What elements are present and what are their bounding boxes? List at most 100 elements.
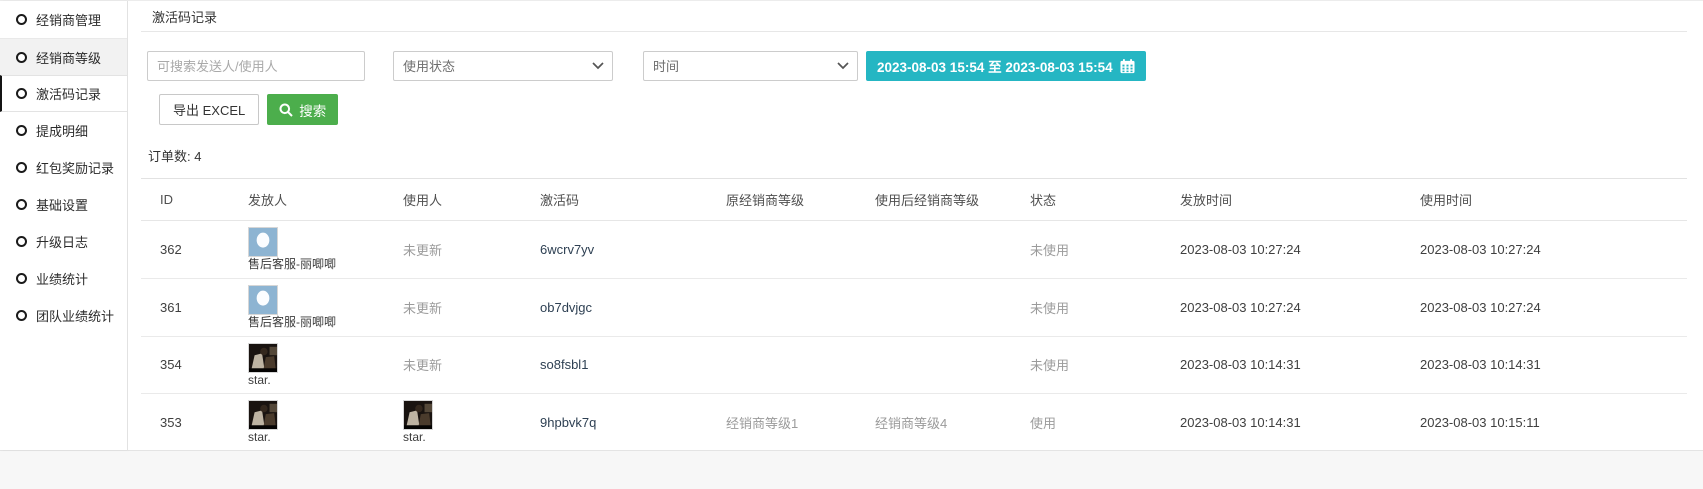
cell-use-time: 2023-08-03 10:27:24 xyxy=(1412,278,1687,336)
export-excel-button[interactable]: 导出 EXCEL xyxy=(159,94,259,125)
time-select-wrap: 时间 xyxy=(643,51,858,81)
cell-code: 9hpbvk7q xyxy=(532,394,718,450)
sidebar-item-team-performance-stats[interactable]: 团队业绩统计 xyxy=(0,297,127,334)
cell-status: 未使用 xyxy=(1022,221,1172,279)
col-header-new-level: 使用后经销商等级 xyxy=(867,179,1022,221)
col-header-sender: 发放人 xyxy=(240,179,395,221)
cell-status: 使用 xyxy=(1022,394,1172,450)
radio-circle-icon xyxy=(16,125,27,136)
col-header-user: 使用人 xyxy=(395,179,532,221)
sidebar-item-dealer-level[interactable]: 经销商等级 xyxy=(0,38,127,75)
radio-circle-icon xyxy=(16,310,27,321)
cell-user: star. xyxy=(395,394,532,450)
sender-avatar xyxy=(248,285,278,315)
radio-circle-icon xyxy=(16,52,27,63)
sidebar-item-redpacket-rewards[interactable]: 红包奖励记录 xyxy=(0,149,127,186)
search-button-label: 搜索 xyxy=(299,100,326,120)
sidebar-item-upgrade-log[interactable]: 升级日志 xyxy=(0,223,127,260)
filter-bar: 使用状态 时间 2023-08-03 15:54 至 2023-08-03 15… xyxy=(147,51,1687,81)
sender-avatar xyxy=(248,343,278,373)
col-header-id: ID xyxy=(141,179,240,221)
sidebar-item-dealer-management[interactable]: 经销商管理 xyxy=(0,1,127,38)
cell-status: 未使用 xyxy=(1022,278,1172,336)
page-title: 激活码记录 xyxy=(152,7,217,26)
col-header-use-time: 使用时间 xyxy=(1412,179,1687,221)
radio-circle-icon xyxy=(16,273,27,284)
table-header-row: ID 发放人 使用人 激活码 原经销商等级 使用后经销商等级 状态 发放时间 使… xyxy=(141,179,1687,221)
user-name: star. xyxy=(403,431,426,445)
sender-name: 售后客服-丽唧唧 xyxy=(248,258,336,272)
search-icon xyxy=(279,103,293,117)
calendar-icon xyxy=(1120,59,1135,74)
radio-circle-icon xyxy=(16,199,27,210)
cell-id: 353 xyxy=(141,394,240,450)
cell-old-level xyxy=(718,278,867,336)
usage-status-select[interactable]: 使用状态 xyxy=(393,51,613,81)
sidebar-item-label: 业绩统计 xyxy=(36,269,88,288)
sidebar-item-label: 激活码记录 xyxy=(36,84,101,103)
sidebar-item-activation-code-records[interactable]: 激活码记录 xyxy=(0,75,127,112)
radio-circle-icon xyxy=(16,236,27,247)
table-row: 361 售后客服-丽唧唧 未更新 ob7dvjgc 未使用 2023-08-03… xyxy=(141,278,1687,336)
cell-new-level: 经销商等级4 xyxy=(867,394,1022,450)
sidebar-item-label: 团队业绩统计 xyxy=(36,306,114,325)
sidebar-item-commission-details[interactable]: 提成明细 xyxy=(0,112,127,149)
search-button[interactable]: 搜索 xyxy=(267,94,338,125)
cell-send-time: 2023-08-03 10:14:31 xyxy=(1172,336,1412,394)
radio-circle-icon xyxy=(16,14,27,25)
order-count: 订单数: 4 xyxy=(148,146,1687,165)
status-select-wrap: 使用状态 xyxy=(393,51,613,81)
cell-status: 未使用 xyxy=(1022,336,1172,394)
search-input[interactable] xyxy=(147,51,365,81)
activation-code-table: ID 发放人 使用人 激活码 原经销商等级 使用后经销商等级 状态 发放时间 使… xyxy=(141,178,1687,450)
table-row: 353 star. star. 9hpbvk7q 经 xyxy=(141,394,1687,450)
cell-user: 未更新 xyxy=(395,278,532,336)
page-header: 激活码记录 xyxy=(141,1,1687,32)
cell-code: 6wcrv7yv xyxy=(532,221,718,279)
sidebar-item-basic-settings[interactable]: 基础设置 xyxy=(0,186,127,223)
cell-old-level: 经销商等级1 xyxy=(718,394,867,450)
sidebar-item-label: 基础设置 xyxy=(36,195,88,214)
cell-sender: star. xyxy=(240,336,395,394)
sidebar-item-label: 红包奖励记录 xyxy=(36,158,114,177)
cell-sender: 售后客服-丽唧唧 xyxy=(240,278,395,336)
col-header-old-level: 原经销商等级 xyxy=(718,179,867,221)
cell-sender: 售后客服-丽唧唧 xyxy=(240,221,395,279)
cell-id: 354 xyxy=(141,336,240,394)
action-bar: 导出 EXCEL 搜索 xyxy=(159,94,1687,125)
cell-new-level xyxy=(867,221,1022,279)
time-select[interactable]: 时间 xyxy=(643,51,858,81)
cell-id: 361 xyxy=(141,278,240,336)
cell-code: so8fsbl1 xyxy=(532,336,718,394)
sender-name: star. xyxy=(248,374,271,388)
radio-circle-icon xyxy=(16,162,27,173)
sidebar: 经销商管理 经销商等级 激活码记录 提成明细 红包奖励记录 基础设置 升级日志 xyxy=(0,1,128,450)
sender-name: 售后客服-丽唧唧 xyxy=(248,316,336,330)
cell-old-level xyxy=(718,336,867,394)
cell-use-time: 2023-08-03 10:15:11 xyxy=(1412,394,1687,450)
cell-user: 未更新 xyxy=(395,336,532,394)
cell-send-time: 2023-08-03 10:27:24 xyxy=(1172,221,1412,279)
sidebar-item-label: 经销商等级 xyxy=(36,48,101,67)
date-range-button[interactable]: 2023-08-03 15:54 至 2023-08-03 15:54 xyxy=(866,51,1146,81)
cell-old-level xyxy=(718,221,867,279)
date-range-label: 2023-08-03 15:54 至 2023-08-03 15:54 xyxy=(877,56,1113,76)
sidebar-item-performance-stats[interactable]: 业绩统计 xyxy=(0,260,127,297)
cell-code: ob7dvjgc xyxy=(532,278,718,336)
cell-new-level xyxy=(867,336,1022,394)
cell-new-level xyxy=(867,278,1022,336)
app-window: 经销商管理 经销商等级 激活码记录 提成明细 红包奖励记录 基础设置 升级日志 xyxy=(0,0,1703,451)
col-header-send-time: 发放时间 xyxy=(1172,179,1412,221)
col-header-code: 激活码 xyxy=(532,179,718,221)
sender-name: star. xyxy=(248,431,271,445)
cell-use-time: 2023-08-03 10:27:24 xyxy=(1412,221,1687,279)
cell-id: 362 xyxy=(141,221,240,279)
table-row: 362 售后客服-丽唧唧 未更新 6wcrv7yv 未使用 2023-08-03… xyxy=(141,221,1687,279)
cell-sender: star. xyxy=(240,394,395,450)
main-content: 激活码记录 使用状态 时间 2023-0 xyxy=(128,1,1703,450)
cell-send-time: 2023-08-03 10:14:31 xyxy=(1172,394,1412,450)
table-row: 354 star. 未更新 so8fsbl1 未使用 2023-08-03 10… xyxy=(141,336,1687,394)
sidebar-item-label: 经销商管理 xyxy=(36,10,101,29)
cell-use-time: 2023-08-03 10:14:31 xyxy=(1412,336,1687,394)
sidebar-item-label: 升级日志 xyxy=(36,232,88,251)
